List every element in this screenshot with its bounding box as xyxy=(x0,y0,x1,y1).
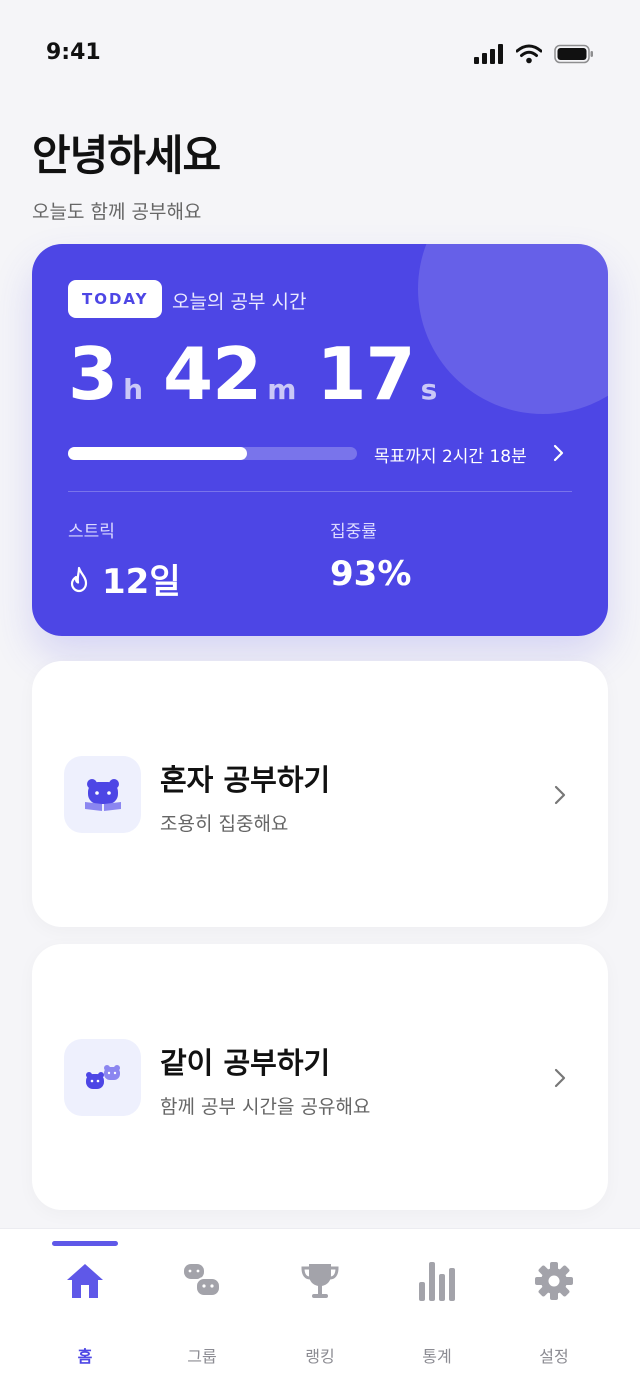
bottom-tab-bar: 홈 그룹 랭킹 통계 설정 xyxy=(0,1228,640,1385)
group-study-subtitle: 함께 공부 시간을 공유해요 xyxy=(160,1096,371,1118)
chevron-right-icon[interactable] xyxy=(552,442,566,464)
home-icon xyxy=(64,1257,106,1305)
today-label: 오늘의 공부 시간 xyxy=(172,291,307,313)
page-subtitle: 오늘도 함께 공부해요 xyxy=(32,201,202,223)
today-badge: TODAY xyxy=(68,280,163,318)
focus-value: 93% xyxy=(330,554,412,594)
card-divider xyxy=(68,491,572,492)
streak-value: 12일 xyxy=(102,562,181,602)
trophy-icon xyxy=(300,1257,340,1305)
battery-icon xyxy=(554,44,593,64)
goal-remaining-text[interactable]: 목표까지 2시간 18분 xyxy=(374,442,527,467)
tab-group[interactable]: 그룹 xyxy=(152,1257,252,1367)
flame-icon xyxy=(70,566,88,592)
solo-study-subtitle: 조용히 집중해요 xyxy=(160,813,289,835)
tab-label: 설정 xyxy=(539,1347,569,1366)
page-title: 안녕하세요 xyxy=(32,131,221,180)
tab-home[interactable]: 홈 xyxy=(35,1257,135,1367)
solo-study-title: 혼자 공부하기 xyxy=(160,763,331,797)
status-icons xyxy=(474,44,594,64)
group-study-card[interactable]: 같이 공부하기 함께 공부 시간을 공유해요 xyxy=(32,944,608,1210)
solo-study-card[interactable]: 혼자 공부하기 조용히 집중해요 xyxy=(32,661,608,927)
study-timer: 3 h 42 m 17 s xyxy=(68,338,457,410)
focus-stat: 93% xyxy=(330,554,411,594)
timer-minutes-unit: m xyxy=(267,373,297,406)
chevron-right-icon[interactable] xyxy=(552,1066,568,1090)
today-study-card[interactable]: TODAY 오늘의 공부 시간 3 h 42 m 17 s 목표까지 2시간 1… xyxy=(32,244,608,636)
wifi-icon xyxy=(516,44,542,64)
group-study-title: 같이 공부하기 xyxy=(160,1046,331,1080)
timer-hours: 3 xyxy=(68,332,118,416)
chevron-right-icon[interactable] xyxy=(552,783,568,807)
timer-minutes: 42 xyxy=(163,332,262,416)
bar-chart-icon xyxy=(417,1257,457,1305)
streak-label: 스트릭 xyxy=(68,522,115,542)
group-icon xyxy=(180,1257,224,1305)
streak-stat: 12일 xyxy=(68,554,181,603)
status-time: 9:41 xyxy=(46,40,101,65)
tab-ranking[interactable]: 랭킹 xyxy=(270,1257,370,1367)
solo-bear-icon xyxy=(64,756,141,833)
status-bar: 9:41 xyxy=(0,0,640,100)
tab-settings[interactable]: 설정 xyxy=(504,1257,604,1367)
gear-icon xyxy=(534,1257,574,1305)
goal-progress-bar xyxy=(68,447,357,460)
goal-progress-fill xyxy=(68,447,248,460)
greeting: 안녕하세요 오늘도 함께 공부해요 xyxy=(32,122,221,224)
tab-label: 랭킹 xyxy=(305,1347,335,1366)
active-tab-indicator xyxy=(52,1241,118,1246)
tab-label: 홈 xyxy=(77,1347,93,1366)
tab-stats[interactable]: 통계 xyxy=(387,1257,487,1367)
timer-hours-unit: h xyxy=(123,373,144,406)
timer-seconds: 17 xyxy=(316,332,415,416)
tab-label: 그룹 xyxy=(187,1347,217,1366)
group-bears-icon xyxy=(64,1039,141,1116)
cellular-signal-icon xyxy=(474,44,503,64)
timer-seconds-unit: s xyxy=(420,373,438,406)
tab-label: 통계 xyxy=(422,1347,452,1366)
focus-label: 집중률 xyxy=(330,522,377,542)
